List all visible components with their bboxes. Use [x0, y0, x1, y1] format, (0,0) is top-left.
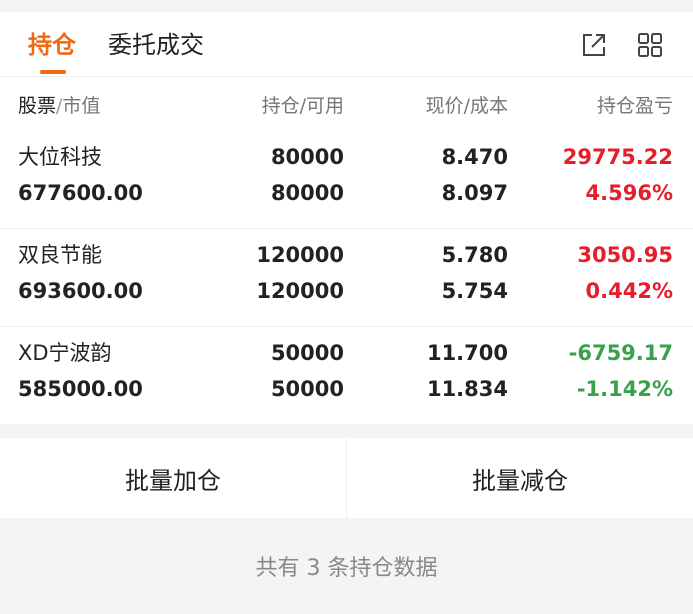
available-qty: 50000: [270, 377, 344, 401]
holdings-list: 大位科技 677600.00 80000 80000 8.470 8.097 2…: [0, 131, 693, 424]
holding-row[interactable]: 双良节能 693600.00 120000 120000 5.780 5.754…: [0, 228, 693, 326]
header-market-value: 市值: [62, 95, 101, 117]
cost-price: 11.834: [426, 377, 508, 401]
batch-add-button[interactable]: 批量加仓: [0, 438, 346, 518]
pnl-percent: 0.442%: [585, 279, 673, 303]
external-link-icon[interactable]: [580, 31, 608, 59]
current-price: 5.780: [441, 243, 508, 267]
stock-name: 大位科技: [18, 145, 102, 169]
position-qty: 80000: [270, 145, 344, 169]
header-stock-market-value[interactable]: 股票/市值: [18, 91, 100, 118]
batch-reduce-button[interactable]: 批量减仓: [347, 438, 693, 518]
cost-price: 5.754: [441, 279, 508, 303]
tab-holdings[interactable]: 持仓: [28, 28, 76, 62]
section-gap: [0, 424, 693, 438]
current-price: 8.470: [441, 145, 508, 169]
market-value: 677600.00: [18, 181, 143, 205]
tab-orders-trades[interactable]: 委托成交: [108, 28, 204, 62]
grid-icon[interactable]: [636, 31, 664, 59]
market-value: 693600.00: [18, 279, 143, 303]
stock-name: XD宁波韵: [18, 341, 112, 365]
available-qty: 120000: [256, 279, 344, 303]
current-price: 11.700: [426, 341, 508, 365]
holding-row[interactable]: 大位科技 677600.00 80000 80000 8.470 8.097 2…: [0, 131, 693, 228]
header-position[interactable]: 持仓/可用: [262, 91, 344, 118]
pnl-percent: -1.142%: [576, 377, 673, 401]
tab-active-indicator: [40, 70, 66, 74]
holding-row[interactable]: XD宁波韵 585000.00 50000 50000 11.700 11.83…: [0, 326, 693, 424]
header-price[interactable]: 现价/成本: [426, 91, 508, 118]
available-qty: 80000: [270, 181, 344, 205]
pnl-amount: 29775.22: [562, 145, 673, 169]
market-value: 585000.00: [18, 377, 143, 401]
header-pnl[interactable]: 持仓盈亏: [597, 91, 673, 118]
cost-price: 8.097: [441, 181, 508, 205]
position-qty: 50000: [270, 341, 344, 365]
pnl-amount: -6759.17: [568, 341, 673, 365]
top-spacer: [0, 0, 693, 12]
header-stock: 股票: [18, 95, 57, 117]
batch-actions: 批量加仓 批量减仓: [0, 438, 693, 518]
holdings-header: 股票/市值 持仓/可用 现价/成本 持仓盈亏: [0, 77, 693, 131]
stock-name: 双良节能: [18, 243, 102, 267]
pnl-amount: 3050.95: [577, 243, 673, 267]
holdings-card: 持仓 委托成交 股票/市值 持仓/可用 现价/成本 持仓盈亏 大位科技 6776…: [0, 12, 693, 424]
pnl-percent: 4.596%: [585, 181, 673, 205]
tab-bar: 持仓 委托成交: [0, 12, 693, 77]
position-qty: 120000: [256, 243, 344, 267]
